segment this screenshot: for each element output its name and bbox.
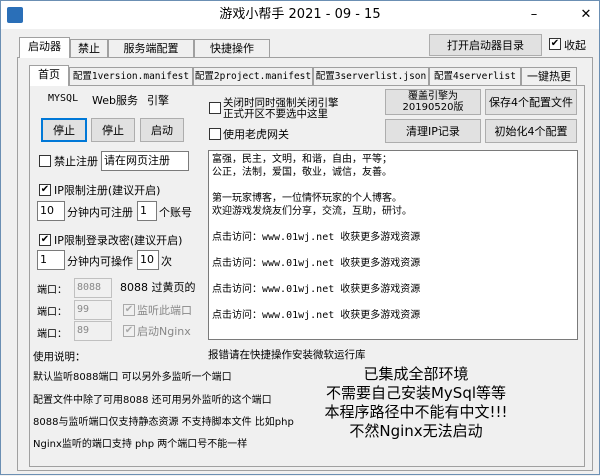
- app-window: 游戏小帮手 2021 - 09 - 15 – ✕ 启动器 禁止 服务端配置 快捷…: [0, 0, 600, 475]
- listen-port-checkbox[interactable]: ✔: [123, 304, 135, 316]
- engine-label: 引擎: [147, 94, 169, 107]
- ip-register-text2: 个账号: [159, 206, 192, 219]
- usage-title: 使用说明：: [33, 351, 86, 363]
- usage-line-1: 默认监听8088端口 可以另外多监听一个端口: [33, 372, 232, 383]
- port3-label: 端口：: [37, 329, 67, 340]
- listen-port-label: 监听此端口: [137, 304, 192, 317]
- ip-register-text1: 分钟内可注册: [67, 206, 133, 219]
- start-engine-button[interactable]: 启动: [140, 118, 184, 142]
- info-line: [212, 179, 574, 192]
- override-engine-line2: 20190520版: [402, 102, 464, 113]
- ip-login-text1: 分钟内可操作: [67, 255, 133, 268]
- port1-note: 8088 过黄页的: [120, 281, 196, 294]
- info-textarea[interactable]: 富强，民主，文明，和谐，自由，平等； 公正，法制，爱国，敬业，诚信，友善。 第一…: [208, 150, 578, 340]
- close-engine-checkbox[interactable]: [209, 102, 221, 114]
- mysql-label: MYSQL: [48, 93, 79, 104]
- ip-login-text2: 次: [161, 255, 172, 268]
- stop-mysql-button[interactable]: 停止: [41, 118, 87, 142]
- port1-label: 端口：: [37, 285, 67, 296]
- info-line: 第一玩家博客，一位情怀玩家的个人博客。: [212, 193, 402, 204]
- register-hint-field[interactable]: 请在网页注册: [101, 151, 189, 171]
- info-line: 富强，民主，文明，和谐，自由，平等；: [212, 154, 392, 165]
- close-engine-label: 关闭时同时强制关闭引擎 正式开区不要选中这里: [223, 98, 339, 120]
- override-engine-button[interactable]: 覆盖引擎为 20190520版: [385, 89, 481, 115]
- home-content: MYSQL Web服务 引擎 停止 停止 启动 禁止注册 请在网页注册 ✔ IP…: [1, 1, 600, 476]
- notice-line-4: 不然Nginx无法启动: [349, 422, 483, 440]
- ip-login-minutes-input[interactable]: 1: [37, 250, 65, 270]
- port2-label: 端口：: [37, 307, 67, 318]
- info-line: [212, 296, 574, 309]
- ip-login-count-input[interactable]: 10: [137, 250, 159, 270]
- info-line: 点击访问：www.01wj.net 收获更多游戏资源: [212, 232, 421, 243]
- info-line: 欢迎游戏发烧友们分享，交流，互助，研讨。: [212, 206, 412, 217]
- ip-register-minutes-input[interactable]: 10: [37, 201, 65, 221]
- notice-line-2: 不需要自己安装MySql等等: [325, 384, 507, 402]
- info-line: 点击访问：www.01wj.net 收获更多游戏资源: [212, 258, 421, 269]
- ip-register-count-input[interactable]: 1: [137, 201, 157, 221]
- error-hint-text: 报错请在快捷操作安装微软运行库: [208, 349, 366, 361]
- close-engine-line2: 正式开区不要选中这里: [223, 108, 328, 120]
- info-line: 公正，法制，爱国，敬业，诚信，友善。: [212, 167, 392, 178]
- port1-input[interactable]: 8088: [74, 278, 112, 298]
- init-config-button[interactable]: 初始化4个配置: [485, 119, 577, 143]
- usage-line-2: 配置文件中除了可用8088 还可用另外监听的这个端口: [33, 395, 272, 406]
- ban-register-checkbox[interactable]: [39, 155, 51, 167]
- ip-register-label: IP限制注册(建议开启): [54, 184, 161, 197]
- info-line: 点击访问：www.01wj.net 收获更多游戏资源: [212, 284, 421, 295]
- notice-line-3: 本程序路径中不能有中文!!!: [324, 403, 508, 421]
- port2-input[interactable]: 99: [74, 300, 112, 320]
- tiger-gateway-label: 使用老虎网关: [223, 128, 289, 141]
- info-line: [212, 270, 574, 283]
- ip-login-label: IP限制登录改密(建议开启): [54, 234, 183, 247]
- info-line: 点击访问：www.01wj.net 收获更多游戏资源: [212, 310, 421, 321]
- tiger-gateway-checkbox[interactable]: [209, 128, 221, 140]
- ip-register-checkbox[interactable]: ✔: [39, 184, 51, 196]
- override-engine-line1: 覆盖引擎为: [408, 91, 458, 102]
- notice-line-1: 已集成全部环境: [363, 365, 469, 383]
- start-nginx-checkbox[interactable]: ✔: [123, 325, 135, 337]
- ip-login-checkbox[interactable]: ✔: [39, 234, 51, 246]
- info-line: [212, 218, 574, 231]
- info-line: [212, 244, 574, 257]
- web-service-label: Web服务: [92, 94, 138, 107]
- port3-input[interactable]: 89: [74, 321, 112, 341]
- save-config-button[interactable]: 保存4个配置文件: [485, 89, 577, 115]
- usage-line-3: 8088与监听端口仅支持静态资源 不支持脚本文件 比如php: [33, 417, 294, 428]
- start-nginx-label: 启动Nginx: [137, 325, 191, 338]
- clear-ip-button[interactable]: 清理IP记录: [385, 119, 481, 143]
- stop-web-button[interactable]: 停止: [91, 118, 135, 142]
- ban-register-label: 禁止注册: [54, 155, 98, 168]
- usage-line-4: Nginx监听的端口支持 php 两个端口号不能一样: [33, 439, 248, 450]
